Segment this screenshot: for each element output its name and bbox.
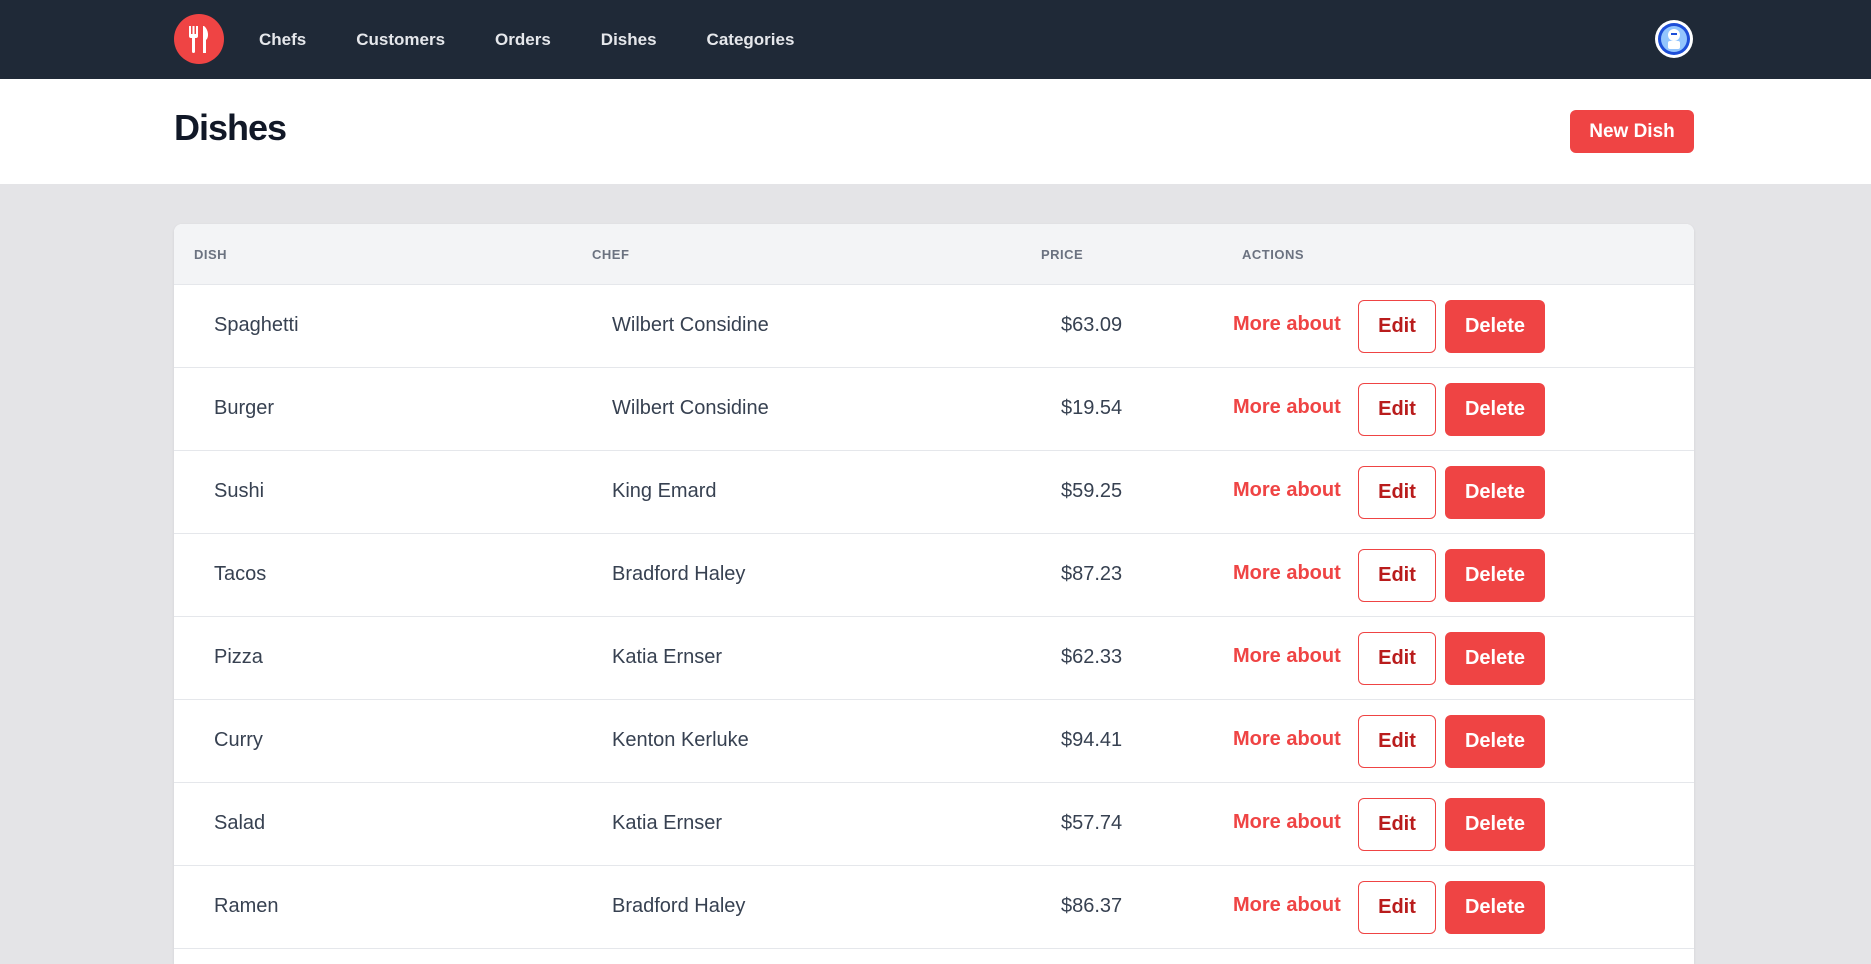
column-header-chef: CHEF — [592, 247, 630, 262]
page-header: Dishes New Dish — [0, 79, 1871, 184]
more-about-link[interactable]: More about — [1233, 562, 1341, 585]
chef-name: Kenton Kerluke — [612, 729, 749, 751]
edit-button[interactable]: Edit — [1358, 300, 1436, 353]
dish-name: Sushi — [214, 480, 265, 502]
dish-price: $62.33 — [1061, 646, 1123, 668]
delete-button[interactable]: Delete — [1445, 466, 1545, 519]
chef-name: Bradford Haley — [612, 895, 746, 917]
chef-name: King Emard — [612, 480, 717, 502]
table-row: Spaghetti Wilbert Considine $63.09 More abo… — [174, 285, 1694, 368]
dish-name: Pizza — [214, 646, 263, 668]
delete-button[interactable]: Delete — [1445, 632, 1545, 685]
dish-price: $19.54 — [1061, 397, 1123, 419]
edit-button[interactable]: Edit — [1358, 798, 1436, 851]
dish-name: Burger — [214, 397, 275, 419]
delete-button[interactable]: Delete — [1445, 383, 1545, 436]
delete-button[interactable]: Delete — [1445, 300, 1545, 353]
table-row: Tacos Bradford Haley $87.23 More about Edit D… — [174, 534, 1694, 617]
chef-name: Katia Ernser — [612, 812, 723, 834]
nav-link-customers[interactable]: Customers — [356, 30, 445, 50]
more-about-link[interactable]: More about — [1233, 728, 1341, 751]
table-row: Salad Katia Ernser $57.74 More about Edit Del… — [174, 783, 1694, 866]
dishes-table: DISH CHEF PRICE ACTIONS Spaghetti Wilbert… — [174, 224, 1694, 964]
user-avatar-icon[interactable] — [1655, 20, 1693, 58]
more-about-link[interactable]: More about — [1233, 313, 1341, 336]
dish-price: $86.37 — [1061, 895, 1123, 917]
column-header-actions: ACTIONS — [1242, 247, 1304, 262]
delete-button[interactable]: Delete — [1445, 881, 1545, 934]
dish-price: $87.23 — [1061, 563, 1123, 585]
nav-link-dishes[interactable]: Dishes — [601, 30, 657, 50]
delete-button[interactable]: Delete — [1445, 798, 1545, 851]
nav-links: Chefs Customers Orders Dishes Categories — [259, 0, 844, 79]
table-row: Ramen Bradford Haley $86.37 More about Edit D… — [174, 866, 1694, 949]
table-row: Curry Kenton Kerluke $94.41 More about Edit D… — [174, 700, 1694, 783]
edit-button[interactable]: Edit — [1358, 881, 1436, 934]
chef-name: Wilbert Considine — [612, 397, 769, 419]
more-about-link[interactable]: More about — [1233, 396, 1341, 419]
dish-name: Salad — [214, 812, 266, 834]
chef-name: Katia Ernser — [612, 646, 723, 668]
edit-button[interactable]: Edit — [1358, 715, 1436, 768]
chef-name: Wilbert Considine — [612, 314, 769, 336]
table-body: Spaghetti Wilbert Considine $63.09 More abo… — [174, 285, 1694, 949]
edit-button[interactable]: Edit — [1358, 383, 1436, 436]
dish-price: $63.09 — [1061, 314, 1123, 336]
dish-name: Curry — [214, 729, 263, 751]
column-header-price: PRICE — [1041, 247, 1084, 262]
delete-button[interactable]: Delete — [1445, 715, 1545, 768]
chef-name: Bradford Haley — [612, 563, 746, 585]
new-dish-button[interactable]: New Dish — [1570, 110, 1694, 153]
more-about-link[interactable]: More about — [1233, 479, 1341, 502]
dish-price: $94.41 — [1061, 729, 1123, 751]
utensils-icon[interactable] — [174, 14, 224, 64]
column-header-dish: DISH — [194, 247, 228, 262]
nav-link-categories[interactable]: Categories — [707, 30, 795, 50]
edit-button[interactable]: Edit — [1358, 632, 1436, 685]
more-about-link[interactable]: More about — [1233, 645, 1341, 668]
table-row: Burger Wilbert Considine $19.54 More about E… — [174, 368, 1694, 451]
more-about-link[interactable]: More about — [1233, 894, 1341, 917]
dish-name: Ramen — [214, 895, 279, 917]
dish-price: $59.25 — [1061, 480, 1123, 502]
dish-name: Tacos — [214, 563, 267, 585]
page-title: Dishes — [174, 107, 287, 148]
dish-price: $57.74 — [1061, 812, 1123, 834]
delete-button[interactable]: Delete — [1445, 549, 1545, 602]
top-navigation: Chefs Customers Orders Dishes Categories — [0, 0, 1871, 79]
nav-link-orders[interactable]: Orders — [495, 30, 551, 50]
table-row: Sushi King Emard $59.25 More about Edit Delet… — [174, 451, 1694, 534]
dish-name: Spaghetti — [214, 314, 299, 336]
nav-link-chefs[interactable]: Chefs — [259, 30, 306, 50]
table-row: Pizza Katia Ernser $62.33 More about Edit Del… — [174, 617, 1694, 700]
edit-button[interactable]: Edit — [1358, 466, 1436, 519]
more-about-link[interactable]: More about — [1233, 811, 1341, 834]
edit-button[interactable]: Edit — [1358, 549, 1436, 602]
table-header: DISH CHEF PRICE ACTIONS — [174, 224, 1694, 285]
